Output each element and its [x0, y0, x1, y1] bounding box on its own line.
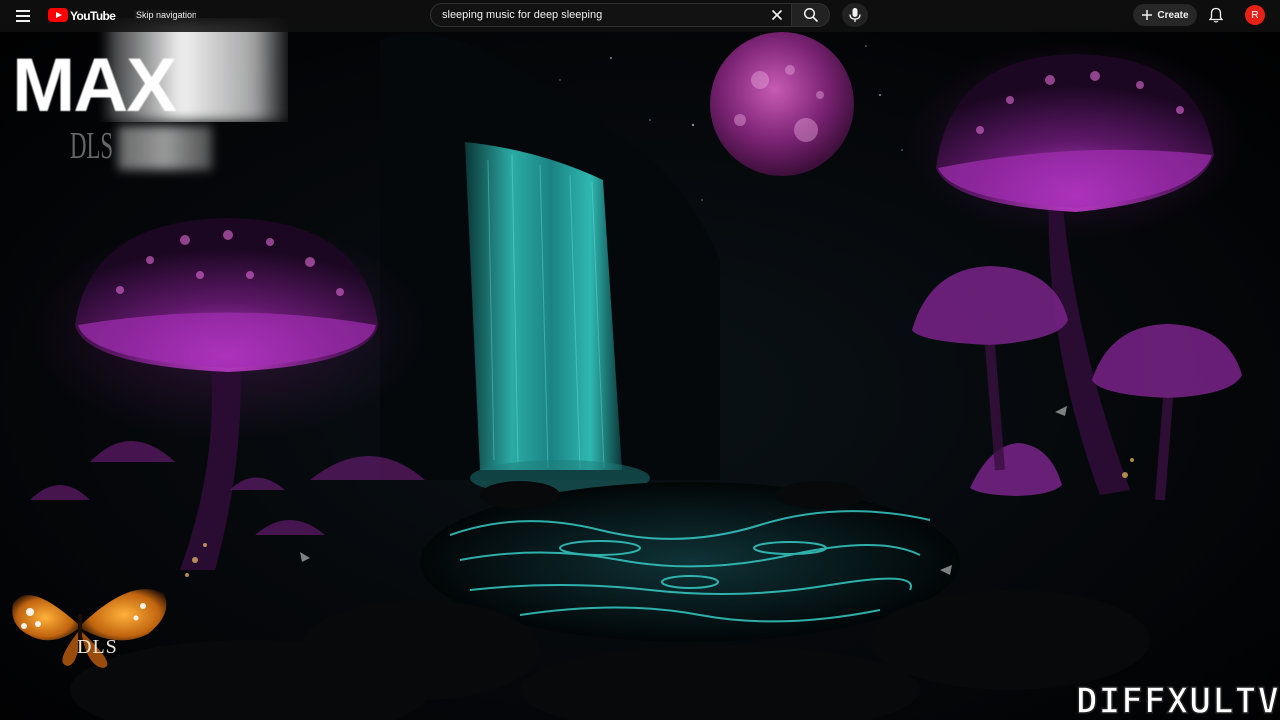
masthead: YouTube Skip navigation Cre — [0, 0, 1280, 32]
voice-search-button[interactable] — [842, 3, 868, 27]
watermark-subtext-blur — [118, 126, 212, 170]
hamburger-icon[interactable] — [12, 7, 34, 25]
bell-icon — [1208, 7, 1224, 23]
video-player[interactable]: MAX DLS DLS DIFFXULTV YouTube Skip navig… — [0, 0, 1280, 720]
skip-navigation-link[interactable]: Skip navigation — [134, 10, 196, 20]
microphone-icon — [849, 8, 861, 22]
search-icon — [803, 7, 818, 23]
search-box — [430, 3, 792, 27]
create-label: Create — [1157, 9, 1189, 21]
create-button[interactable]: Create — [1133, 4, 1197, 26]
channel-tag: DIFFXULTV — [1075, 681, 1280, 720]
plus-icon — [1142, 10, 1153, 20]
youtube-logo-icon[interactable] — [48, 8, 68, 22]
search-input[interactable] — [442, 9, 762, 21]
butterfly-label: DLS — [77, 636, 118, 658]
search-button[interactable] — [792, 3, 830, 27]
close-icon[interactable] — [769, 7, 785, 23]
moon — [710, 32, 854, 176]
watermark-blur — [107, 18, 288, 122]
avatar[interactable]: R — [1245, 5, 1265, 25]
watermark-subtext: DLS — [70, 125, 114, 167]
notifications-button[interactable] — [1206, 5, 1226, 25]
brand-text[interactable]: YouTube — [70, 9, 116, 23]
channel-watermark: MAX — [12, 18, 288, 122]
